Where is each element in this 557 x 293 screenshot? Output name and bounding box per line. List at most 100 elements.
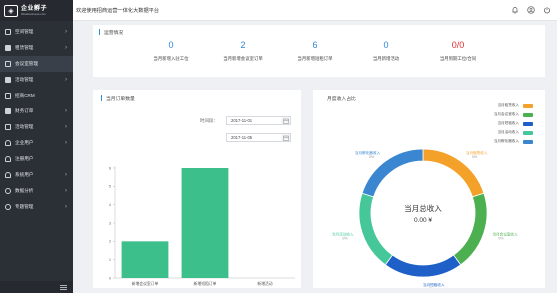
donut-slice xyxy=(384,254,462,278)
sidebar-item-label: 租赁管理 xyxy=(15,44,34,50)
stat-value: 0/0 xyxy=(451,40,465,50)
sidebar-footer xyxy=(0,281,73,293)
stat-value: 2 xyxy=(240,40,246,50)
stat-value: 0 xyxy=(168,40,174,50)
y-tick-label: 2 xyxy=(109,240,111,244)
slice-label: 当月会议室收入 xyxy=(492,232,518,237)
sidebar: ◈ 企业孵子 Wowbusiness.com 空间管理 › 租赁管理 › 会议室管理… xyxy=(0,0,73,293)
slice-percent: 0% xyxy=(369,155,375,159)
bell-icon[interactable] xyxy=(511,6,519,14)
header-actions xyxy=(511,6,551,14)
sidebar-item-label: 活动管理 xyxy=(15,76,34,82)
app-root: ◈ 企业孵子 Wowbusiness.com 空间管理 › 租赁管理 › 会议室管理… xyxy=(0,0,557,293)
chevron-right-icon: › xyxy=(65,108,67,115)
enterprise-user-icon xyxy=(5,140,11,147)
stat-new-activities[interactable]: 0 当月新增活动 xyxy=(346,41,426,62)
chevron-right-icon: › xyxy=(65,76,67,83)
slice-percent: 0% xyxy=(342,237,348,241)
stat-new-workstations[interactable]: 0 当月新增入驻工位 xyxy=(131,41,211,62)
stat-label: 当月新增会议室订单 xyxy=(223,56,263,61)
sidebar-item-label: 活动管理 xyxy=(15,124,34,130)
activity-icon xyxy=(5,124,11,131)
overview-title: 运营情况 xyxy=(104,31,124,36)
y-tick-label: 1 xyxy=(109,258,111,262)
logo[interactable]: ◈ 企业孵子 Wowbusiness.com xyxy=(0,0,73,21)
chevron-right-icon: › xyxy=(65,203,67,210)
chevron-right-icon: › xyxy=(65,28,67,35)
y-tick-label: 0 xyxy=(109,276,111,280)
stat-meeting-room-orders[interactable]: 2 当月新增会议室订单 xyxy=(203,41,283,62)
system-user-icon xyxy=(5,171,11,178)
sidebar-item-label: 企业用户 xyxy=(15,140,34,146)
sidebar-item-label: 空间管理 xyxy=(15,28,34,34)
bar xyxy=(181,168,229,278)
sidebar-item-space[interactable]: 空间管理 › xyxy=(0,24,73,40)
income-card: 月度收入占比 当月租赁收入 当月会议室收入 当月短租收入 当月活动收入 当月孵化… xyxy=(313,90,545,288)
x-tick-label: 新增会议室订单 xyxy=(132,281,159,286)
sidebar-item-enterprise-users[interactable]: 企业用户 › xyxy=(0,135,73,151)
slice-percent: 0% xyxy=(429,287,435,288)
stat-value: 0 xyxy=(383,40,389,50)
chevron-right-icon: › xyxy=(65,140,67,147)
stat-value: 6 xyxy=(312,40,318,50)
chevron-right-icon: › xyxy=(65,187,67,194)
stat-label: 当月新增入驻工位 xyxy=(153,56,189,61)
sidebar-item-finance[interactable]: 财务订单 › xyxy=(0,103,73,119)
events-icon xyxy=(5,76,11,83)
stat-label: 当月到期工位/合同 xyxy=(439,56,477,61)
slice-label: 当月孵化器收入 xyxy=(355,150,381,155)
sidebar-item-label: 会议室管理 xyxy=(15,60,38,66)
stat-label: 当月新增短租订单 xyxy=(297,56,333,61)
sidebar-item-label: 系统用户 xyxy=(15,171,34,177)
menu-toggle-icon[interactable] xyxy=(60,284,67,290)
x-tick-label: 新增活动 xyxy=(257,281,272,286)
logo-name: 企业孵子 xyxy=(21,5,48,12)
orders-card: 当月订单数量 时间段： 2017-11-01 2017-11-05 012345… xyxy=(93,90,301,288)
title-accent-bar xyxy=(99,29,100,35)
sidebar-item-crm[interactable]: 招商CRM xyxy=(0,88,73,104)
sidebar-item-lease[interactable]: 租赁管理 › xyxy=(0,40,73,56)
donut-center-label: 当月总收入 xyxy=(404,203,442,213)
top-header: 欢迎使用招商运营一体化大数据平台 xyxy=(73,0,557,21)
sidebar-item-events[interactable]: 活动管理 › xyxy=(0,72,73,88)
page-title: 欢迎使用招商运营一体化大数据平台 xyxy=(76,7,160,14)
donut-center-value: 0.00 ¥ xyxy=(414,217,432,224)
sidebar-item-analytics[interactable]: 数据分析 › xyxy=(0,183,73,199)
sidebar-item-label: 财务订单 xyxy=(15,108,34,114)
sidebar-item-activity[interactable]: 活动管理 › xyxy=(0,119,73,135)
y-tick-label: 3 xyxy=(109,221,111,225)
sidebar-nav: 空间管理 › 租赁管理 › 会议室管理 活动管理 › 招商CRM 财务订单 › 活动管理… xyxy=(0,21,73,215)
sidebar-item-label: 专题管理 xyxy=(15,203,34,209)
chevron-right-icon: › xyxy=(65,171,67,178)
sidebar-item-label: 注册用户 xyxy=(15,156,34,162)
space-icon xyxy=(5,28,11,35)
user-icon[interactable] xyxy=(527,6,535,14)
sidebar-item-system-users[interactable]: 系统用户 › xyxy=(0,167,73,183)
stat-short-rent-orders[interactable]: 6 当月新增短租订单 xyxy=(275,41,355,62)
logo-icon: ◈ xyxy=(4,4,18,17)
income-donut-chart: 当月租赁收入0%当月会议室收入0%当月短租收入0%当月活动收入0%当月孵化器收入… xyxy=(332,148,518,288)
logo-subtitle: Wowbusiness.com xyxy=(21,11,46,16)
meeting-room-icon xyxy=(5,60,11,67)
y-tick-label: 5 xyxy=(109,185,111,189)
power-icon[interactable] xyxy=(543,6,551,14)
sidebar-item-registered-users[interactable]: 注册用户 xyxy=(0,151,73,167)
finance-icon xyxy=(5,108,11,115)
donut-slice xyxy=(358,192,393,266)
sidebar-item-meeting-room[interactable]: 会议室管理 xyxy=(0,55,73,72)
crm-icon xyxy=(5,92,11,99)
orders-bar-chart: 0 1 2 3 4 5 6 新增会议室订单 新增短租订单 新增活动 xyxy=(109,166,295,286)
donut-slice xyxy=(453,192,488,266)
lease-icon xyxy=(5,44,11,51)
slice-percent: 0% xyxy=(472,155,478,159)
y-tick-label: 6 xyxy=(109,166,111,170)
slice-percent: 0% xyxy=(498,237,504,241)
chevron-right-icon: › xyxy=(65,44,67,51)
stat-label: 当月新增活动 xyxy=(372,56,400,61)
sidebar-item-label: 数据分析 xyxy=(15,187,34,193)
overview-card: 运营情况 0 当月新增入驻工位 2 当月新增会议室订单 6 当月新增短租订单 0… xyxy=(93,25,545,77)
y-tick-label: 4 xyxy=(109,203,111,207)
stat-expiring-contracts[interactable]: 0/0 当月到期工位/合同 xyxy=(418,41,498,62)
sidebar-item-topics[interactable]: 专题管理 › xyxy=(0,199,73,215)
bar xyxy=(121,241,169,278)
